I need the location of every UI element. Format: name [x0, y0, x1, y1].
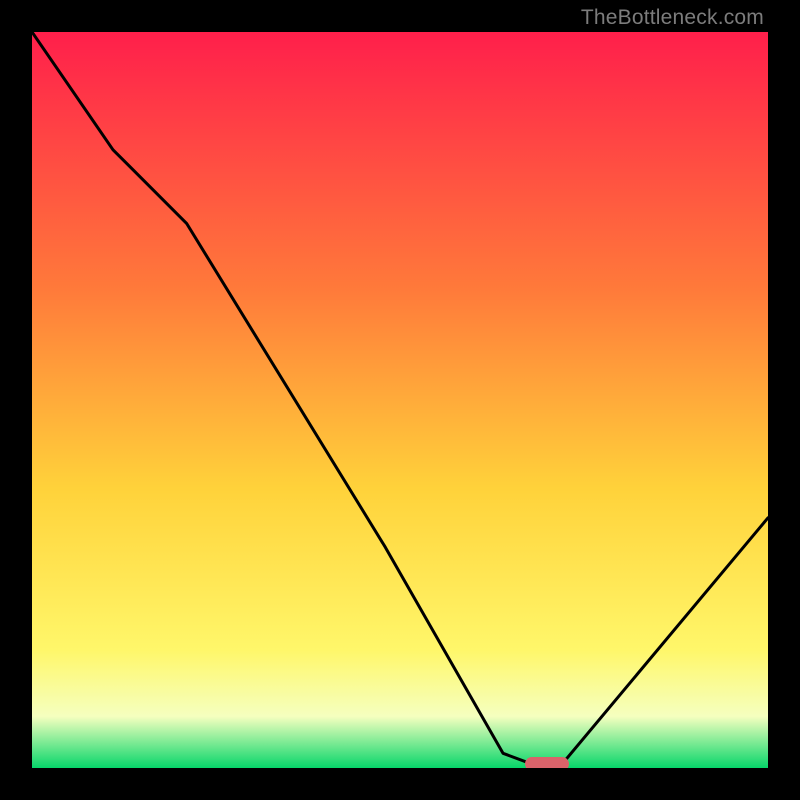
plot-area	[32, 32, 768, 768]
optimal-marker	[525, 757, 569, 768]
bottleneck-curve	[32, 32, 768, 768]
chart-frame: TheBottleneck.com	[0, 0, 800, 800]
watermark-label: TheBottleneck.com	[581, 6, 764, 30]
